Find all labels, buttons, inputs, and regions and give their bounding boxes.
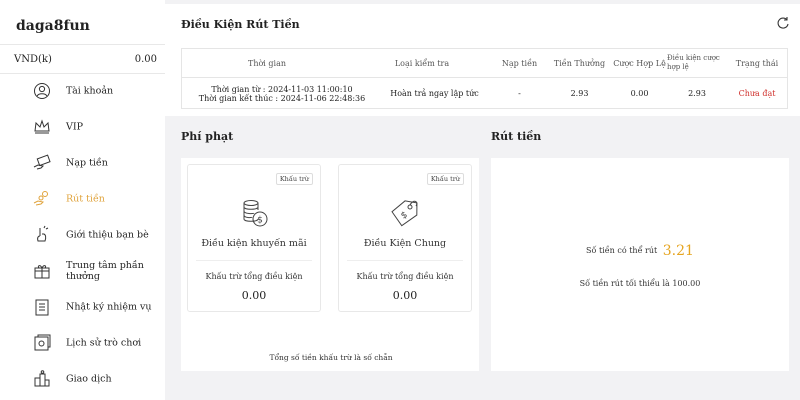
card-sub: Khấu trừ tổng điều kiện — [205, 272, 303, 281]
sidebar-item-label: Nhật ký nhiệm vụ — [66, 301, 152, 313]
header-status: Trạng thái — [735, 58, 779, 68]
penalty-title: Phí phạt — [181, 130, 234, 143]
penalty-footnote: Tổng số tiền khấu trừ là số chẵn — [269, 353, 393, 362]
time-start: Thời gian từ : 2024-11-03 11:00:10 — [211, 84, 353, 94]
withdrawable-row: Số tiền có thể rút 3.21 — [491, 243, 789, 259]
card-sub: Khấu trừ tổng điều kiện — [356, 272, 454, 281]
user-icon — [34, 83, 50, 99]
withdraw-panel — [491, 158, 789, 371]
sidebar-item-label: Trung tâm phần thưởng — [66, 260, 144, 282]
sidebar-item-vip[interactable]: VIP — [0, 112, 165, 142]
sidebar-item-label: Giới thiệu bạn bè — [66, 229, 149, 241]
balance-bar: VND(k) 0.00 — [0, 44, 165, 74]
coins-icon: $ — [243, 200, 268, 227]
header-required-bet: Điều kiện cược hợp lệ — [667, 54, 720, 71]
divider — [347, 260, 463, 261]
sidebar-item-deposit[interactable]: Nạp tiền — [0, 148, 165, 178]
header-bonus: Tiền Thưởng — [553, 58, 606, 68]
header-check-type: Loại kiểm tra — [394, 58, 450, 68]
sidebar-item-task-log[interactable]: Nhật ký nhiệm vụ — [0, 292, 165, 322]
sidebar-item-account[interactable]: Tài khoản — [0, 76, 165, 106]
table-row: Thời gian từ : 2024-11-03 11:00:10 Thời … — [182, 78, 787, 109]
crown-icon — [34, 119, 50, 134]
svg-text:$: $ — [257, 216, 263, 226]
header-valid-bet: Cược Hợp Lệ — [613, 58, 666, 68]
penalty-card-general: Khấu trừ $ Điều Kiện Chung Khấu trừ tổng… — [338, 164, 472, 312]
cell-bonus: 2.93 — [570, 89, 589, 98]
card-value: 0.00 — [241, 289, 267, 302]
sidebar-item-game-history[interactable]: Lịch sử trò chơi — [0, 328, 165, 358]
brand-logo: daga8fun — [16, 18, 90, 34]
sidebar-item-label: Nạp tiền — [66, 157, 108, 169]
tag-icon: $ — [391, 200, 418, 227]
svg-text:$: $ — [400, 210, 410, 222]
gift-icon — [34, 265, 50, 279]
card-name: Điều kiện khuyến mãi — [201, 238, 307, 249]
min-withdraw-note: Số tiền rút tối thiểu là 100.00 — [579, 279, 701, 288]
header-deposit: Nạp tiền — [501, 58, 538, 68]
sidebar-item-withdraw[interactable]: Rút tiền — [0, 184, 165, 214]
sidebar-item-label: Rút tiền — [66, 193, 105, 205]
card-name: Điều Kiện Chung — [363, 238, 447, 249]
sidebar-item-label: Lịch sử trò chơi — [66, 337, 142, 349]
withdraw-title: Rút tiền — [491, 130, 542, 143]
cell-deposit: - — [518, 89, 521, 98]
withdrawable-amount: 3.21 — [662, 243, 694, 259]
conditions-table: Thời gian Loại kiểm tra Nạp tiền Tiền Th… — [181, 48, 788, 109]
sidebar-item-label: VIP — [66, 121, 84, 133]
sidebar-item-rewards[interactable]: Trung tâm phần thưởng — [0, 256, 165, 286]
divider — [196, 260, 312, 261]
deposit-hand-icon — [33, 154, 51, 170]
sidebar-item-transactions[interactable]: Giao dịch — [0, 364, 165, 394]
transactions-icon — [34, 370, 50, 387]
withdraw-hand-icon — [33, 191, 48, 206]
refresh-icon[interactable] — [776, 16, 790, 30]
sidebar-item-label: Tài khoản — [66, 85, 114, 97]
balance-amount: 0.00 — [134, 54, 157, 65]
card-value: 0.00 — [392, 289, 418, 302]
time-end: Thời gian kết thúc : 2024-11-06 22:48:36 — [198, 93, 366, 103]
sidebar-item-invite[interactable]: Giới thiệu bạn bè — [0, 220, 165, 250]
cell-required-bet: 2.93 — [688, 89, 706, 98]
withdrawable-label: Số tiền có thể rút — [586, 246, 658, 255]
sidebar: daga8fun VND(k) 0.00 Tài khoản VIP Nạp t… — [0, 0, 165, 400]
status-badge: Chưa đạt — [738, 89, 776, 98]
header-time: Thời gian — [247, 58, 286, 68]
deduct-badge: Khấu trừ — [275, 173, 313, 185]
balance-currency: VND(k) — [14, 54, 52, 65]
game-history-icon — [34, 334, 51, 351]
penalty-card-promotion: Khấu trừ $ Điều kiện khuyến mãi Khấu trừ… — [187, 164, 321, 312]
deduct-badge: Khấu trừ — [426, 173, 464, 185]
cell-valid-bet: 0.00 — [630, 89, 649, 98]
cell-check-type: Hoàn trả ngay lập tức — [390, 89, 479, 98]
task-log-icon — [35, 299, 49, 316]
sidebar-item-label: Giao dịch — [66, 373, 112, 385]
table-header: Thời gian Loại kiểm tra Nạp tiền Tiền Th… — [182, 49, 787, 78]
invite-hand-icon — [37, 225, 49, 242]
conditions-title: Điều Kiện Rút Tiền — [181, 18, 300, 31]
